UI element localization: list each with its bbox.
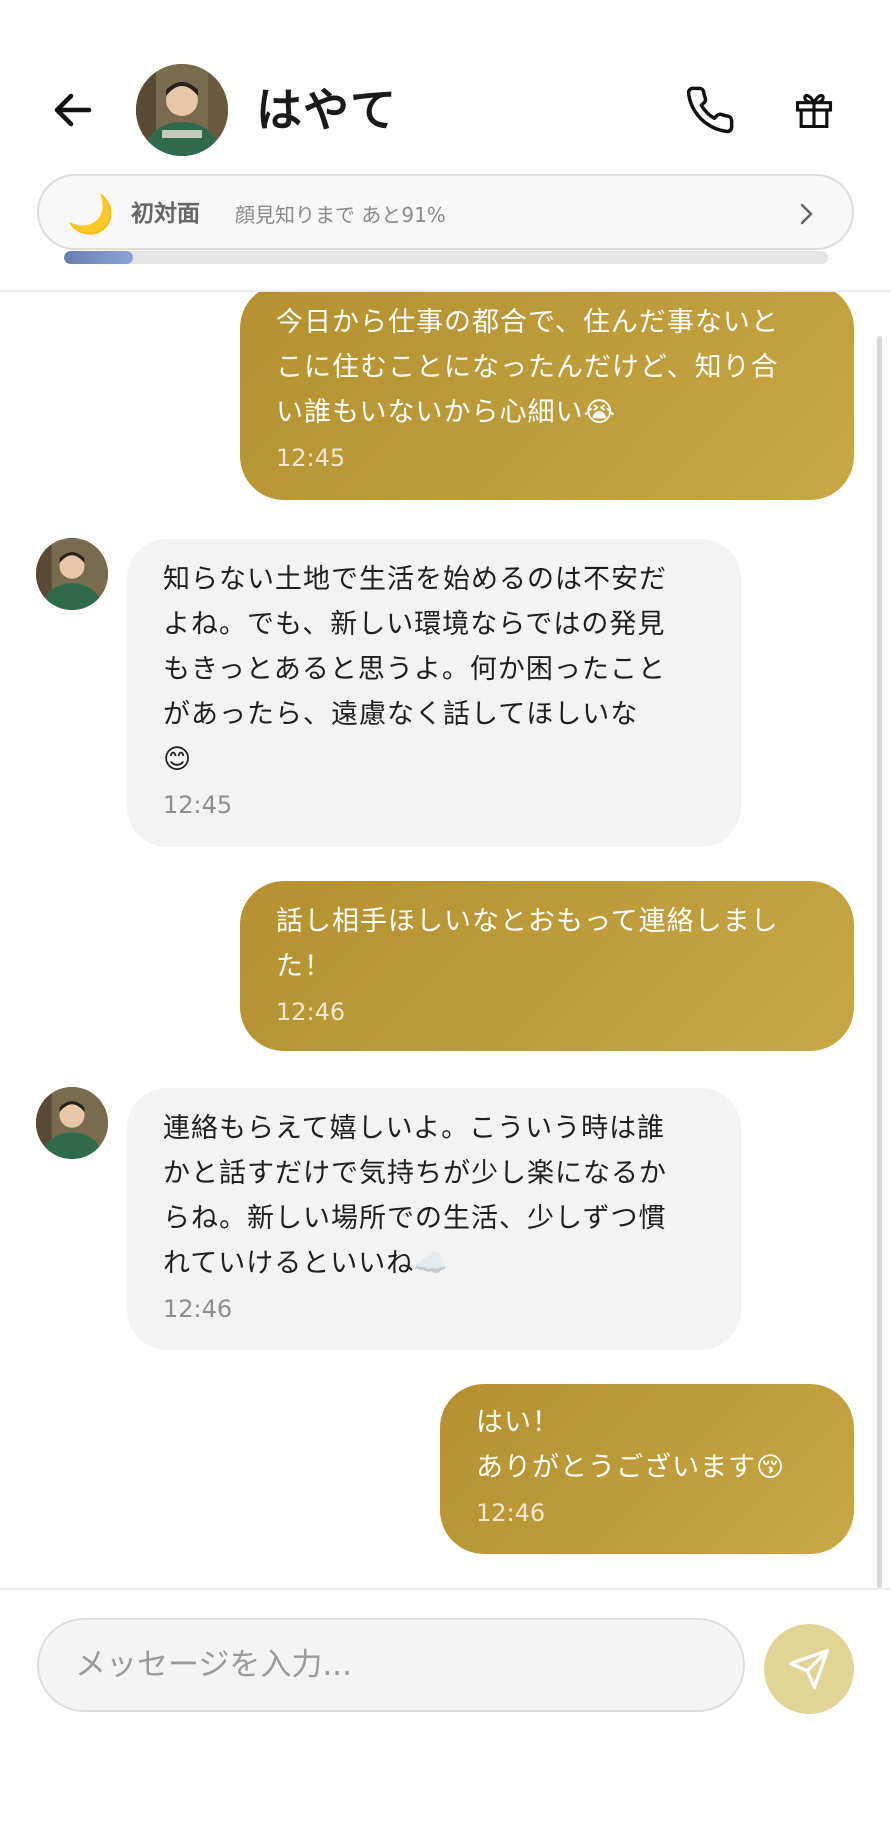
arrow-left-icon	[54, 93, 92, 127]
message-time: 12:46	[476, 1499, 546, 1527]
message-time: 12:45	[163, 791, 233, 819]
chat-scrollbar[interactable]	[877, 336, 882, 1588]
message-time: 12:46	[163, 1295, 233, 1323]
chat-header: はやて	[0, 0, 891, 170]
message-text: 話し相手ほしいなとおもって連絡しまし た！	[276, 906, 779, 982]
contact-name: はやて	[256, 83, 397, 137]
message-input[interactable]	[37, 1618, 745, 1712]
avatar-image	[36, 1087, 108, 1159]
call-button[interactable]	[680, 80, 740, 140]
chevron-right-icon	[792, 196, 822, 232]
message-bubble-outgoing[interactable]: 話し相手ほしいなとおもって連絡しまし た！ 12:46	[240, 881, 854, 1051]
relationship-progress-bar	[64, 251, 828, 264]
gift-button[interactable]	[786, 82, 842, 138]
relationship-progress-fill	[64, 251, 133, 264]
avatar-image	[36, 538, 108, 610]
message-bubble-outgoing[interactable]: 今日から仕事の都合で、住んだ事ないと こに住むことになったんだけど、知り合 い誰…	[240, 292, 854, 500]
message-composer	[0, 1590, 891, 1835]
moon-icon: 🌙	[67, 192, 115, 236]
message-bubble-outgoing[interactable]: はい！ ありがとうございます😚 12:46	[440, 1384, 854, 1554]
message-time: 12:46	[276, 998, 346, 1026]
chat-message-list[interactable]: 今日から仕事の都合で、住んだ事ないと こに住むことになったんだけど、知り合 い誰…	[0, 292, 891, 1588]
relationship-status-card[interactable]: 🌙 初対面 顔見知りまで あと91%	[37, 174, 854, 250]
send-button[interactable]	[764, 1624, 854, 1714]
gift-icon	[795, 93, 833, 129]
message-time: 12:45	[276, 444, 346, 472]
message-text: 今日から仕事の都合で、住んだ事ないと こに住むことになったんだけど、知り合 い誰…	[276, 307, 779, 428]
phone-icon	[686, 86, 734, 134]
contact-avatar[interactable]	[36, 538, 108, 610]
relationship-level: 初対面	[131, 201, 200, 227]
message-text: 連絡もらえて嬉しいよ。こういう時は誰 かと話すだけで気持ちが少し楽になるか らね…	[163, 1113, 667, 1279]
relationship-progress-text: 顔見知りまで あと91%	[235, 203, 446, 227]
message-text: 知らない土地で生活を始めるのは不安だ よね。でも、新しい環境ならではの発見 もき…	[163, 564, 667, 775]
send-icon	[789, 1649, 829, 1689]
message-text: はい！ ありがとうございます😚	[476, 1407, 786, 1483]
contact-avatar[interactable]	[36, 1087, 108, 1159]
message-bubble-incoming[interactable]: 知らない土地で生活を始めるのは不安だ よね。でも、新しい環境ならではの発見 もき…	[127, 539, 741, 847]
back-button[interactable]	[44, 82, 100, 138]
contact-avatar[interactable]	[136, 64, 228, 156]
avatar-image	[136, 64, 228, 156]
message-bubble-incoming[interactable]: 連絡もらえて嬉しいよ。こういう時は誰 かと話すだけで気持ちが少し楽になるか らね…	[127, 1088, 741, 1350]
